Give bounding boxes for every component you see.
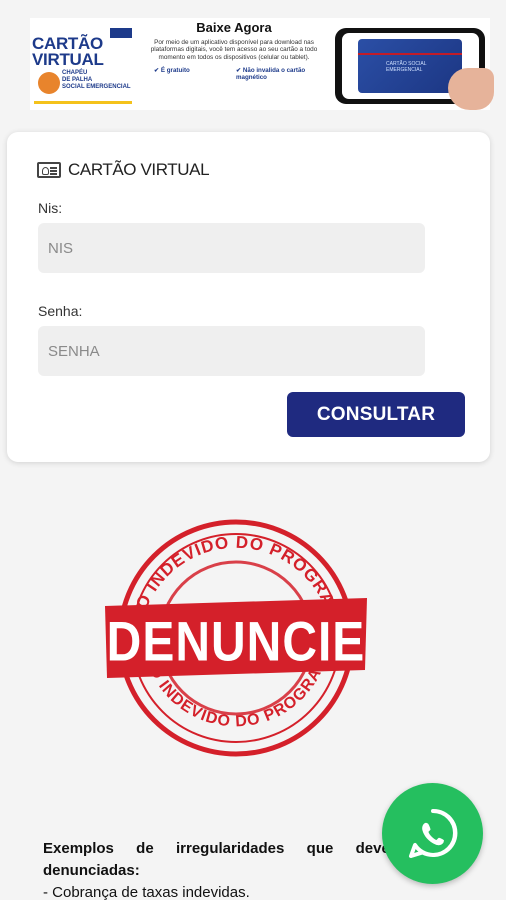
whatsapp-icon [408,808,457,858]
page: CARTÃO VIRTUAL CHAPÉU DE PALHA SOCIAL EM… [0,0,506,900]
logo-subtitle: CHAPÉU DE PALHA SOCIAL EMERGENCIAL [62,70,132,91]
logo-badge [110,28,132,38]
feature-card: ✔ Não invalida o cartão magnético [236,67,314,81]
card-header: CARTÃO VIRTUAL [37,159,210,181]
logo-title: CARTÃO VIRTUAL [32,35,104,69]
promo-title: Baixe Agora [196,20,272,35]
nis-label: Nis: [38,200,63,216]
senha-label: Senha: [38,303,83,319]
nis-input[interactable] [38,223,425,273]
logo-subtitle-line: CHAPÉU [62,70,88,76]
hand-image [448,68,494,110]
whatsapp-button[interactable] [382,783,483,884]
promo-features: ✔ É gratuito ✔ Não invalida o cartão mag… [150,67,318,81]
id-card-icon [37,162,61,178]
check-icon: ✔ [236,67,242,75]
logo-subtitle-line: SOCIAL EMERGENCIAL [62,84,131,90]
card-stripe [358,53,462,55]
promo-text: Por meio de um aplicativo disponível par… [150,39,318,61]
cartao-virtual-logo: CARTÃO VIRTUAL CHAPÉU DE PALHA SOCIAL EM… [30,22,134,104]
login-card: CARTÃO VIRTUAL Nis: Senha: CONSULTAR [7,132,490,462]
logo-strip [34,101,132,104]
virtual-card-image: CARTÃO SOCIAL EMERGENCIAL [358,39,462,93]
denuncie-stamp: USO INDEVIDO DO PROGRAMA USO INDEVIDO DO… [105,519,367,757]
card-caption: CARTÃO SOCIAL EMERGENCIAL [386,61,427,73]
promo-block: Baixe Agora Por meio de um aplicativo di… [150,20,318,81]
feature-card-label: Não invalida o cartão magnético [236,67,306,82]
download-banner[interactable]: CARTÃO VIRTUAL CHAPÉU DE PALHA SOCIAL EM… [30,18,494,110]
feature-free-label: É gratuito [160,67,190,75]
irregularity-item: - Cobrança de taxas indevidas. [43,884,250,900]
logo-subtitle-line: DE PALHA [62,77,93,83]
logo-emblem [38,72,60,94]
stamp-main-text: DENUNCIE [107,610,366,672]
check-icon: ✔ [154,67,160,75]
card-title: CARTÃO VIRTUAL [68,160,210,179]
consultar-button[interactable]: CONSULTAR [287,392,465,437]
senha-input[interactable] [38,326,425,376]
feature-free: ✔ É gratuito [154,67,190,81]
logo-line-2: VIRTUAL [32,50,104,69]
